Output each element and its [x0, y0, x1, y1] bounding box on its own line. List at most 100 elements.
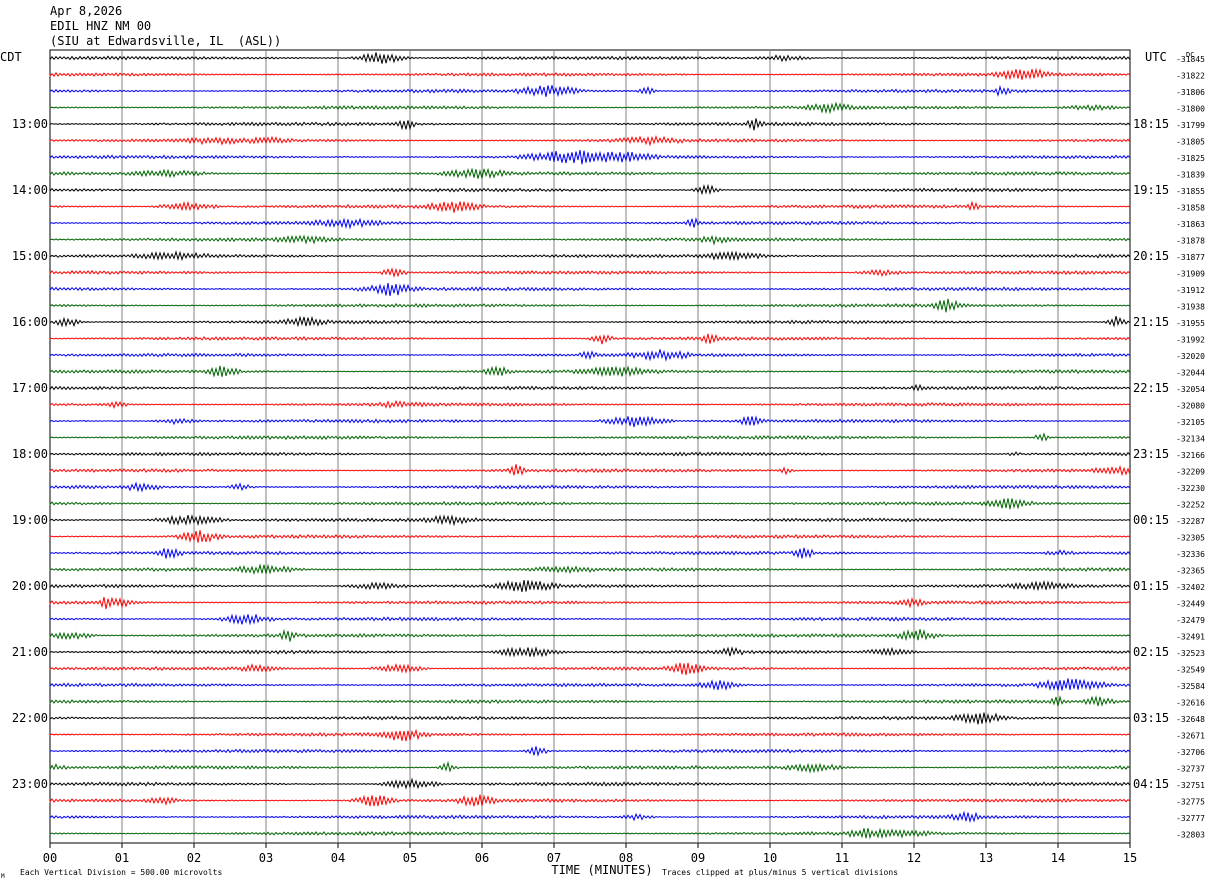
seismic-trace	[49, 760, 1131, 774]
x-tick-label: 12	[907, 851, 921, 865]
dc-offset-label: -31992	[1176, 336, 1205, 345]
seismic-trace	[49, 399, 1131, 410]
dc-offset-label: -32166	[1176, 451, 1205, 460]
seismic-trace	[49, 464, 1131, 477]
utc-hour-label: 21:15	[1133, 315, 1169, 329]
seismic-trace	[49, 678, 1131, 692]
seismic-trace	[49, 217, 1131, 230]
dc-offset-label: -32020	[1176, 352, 1205, 361]
dc-offset-label: -32775	[1176, 798, 1205, 807]
dc-offset-label: -32365	[1176, 567, 1205, 576]
seismic-trace	[49, 596, 1131, 610]
seismic-trace	[49, 695, 1131, 707]
seismic-trace	[49, 333, 1131, 345]
seismic-trace	[49, 365, 1131, 378]
x-tick-label: 13	[979, 851, 993, 865]
seismic-trace	[49, 167, 1131, 180]
x-tick-label: 15	[1123, 851, 1137, 865]
dc-offset-label: -32549	[1176, 666, 1205, 675]
dc-offset-label: -32105	[1176, 418, 1205, 427]
dc-offset-label: -32737	[1176, 765, 1205, 774]
dc-offset-label: -32616	[1176, 699, 1205, 708]
dc-offset-label: -32671	[1176, 732, 1205, 741]
dc-offset-label: -31806	[1176, 88, 1205, 97]
dc-offset-label: -31800	[1176, 105, 1205, 114]
dc-offset-label: -32584	[1176, 682, 1205, 691]
dc-offset-label: -31839	[1176, 171, 1205, 180]
cdt-hour-label: 17:00	[12, 381, 48, 395]
plot-frame	[49, 49, 1131, 844]
dc-offset-label: -31799	[1176, 121, 1205, 130]
seismic-trace	[49, 628, 1131, 642]
dc-offset-label: -31912	[1176, 286, 1205, 295]
seismic-trace	[49, 579, 1131, 593]
seismic-trace	[49, 282, 1131, 296]
dc-offset-label: -32044	[1176, 369, 1205, 378]
x-tick-label: 01	[115, 851, 129, 865]
x-tick-label: 11	[835, 851, 849, 865]
dc-offset-label: -31938	[1176, 303, 1205, 312]
dc-offset-label: -32252	[1176, 501, 1205, 510]
dc-offset-label: -32777	[1176, 814, 1205, 823]
seismic-trace	[49, 432, 1131, 442]
cdt-hour-label: 21:00	[12, 645, 48, 659]
seismic-trace	[49, 777, 1131, 790]
seismic-trace	[49, 101, 1131, 115]
cdt-hour-label: 16:00	[12, 315, 48, 329]
seismic-trace	[49, 67, 1131, 81]
dc-offset-label: -32479	[1176, 616, 1205, 625]
dc-offset-label: -32648	[1176, 715, 1205, 724]
seismic-trace	[49, 530, 1131, 543]
seismic-trace	[49, 746, 1131, 758]
x-tick-label: 09	[691, 851, 705, 865]
seismic-trace	[49, 200, 1131, 213]
cdt-hour-label: 13:00	[12, 117, 48, 131]
seismic-trace	[49, 383, 1131, 392]
cdt-hour-label: 18:00	[12, 447, 48, 461]
x-tick-label: 10	[763, 851, 777, 865]
dc-offset-label: -32287	[1176, 517, 1205, 526]
dc-label: DC	[1186, 51, 1194, 59]
cdt-hour-label: 19:00	[12, 513, 48, 527]
seismic-trace	[49, 52, 1131, 64]
seismic-trace	[49, 481, 1131, 493]
cdt-hour-label: 15:00	[12, 249, 48, 263]
dc-offset-label: -32706	[1176, 748, 1205, 757]
dc-offset-label: -31855	[1176, 187, 1205, 196]
dc-offset-label: -32134	[1176, 435, 1205, 444]
seismic-trace	[49, 250, 1131, 262]
dc-offset-label: -32305	[1176, 534, 1205, 543]
utc-hour-label: 19:15	[1133, 183, 1169, 197]
utc-hour-label: 23:15	[1133, 447, 1169, 461]
vertical-division-note: Each Vertical Division = 500.00 microvol…	[20, 868, 222, 877]
seismic-trace	[49, 547, 1131, 560]
dc-offset-label: -31878	[1176, 237, 1205, 246]
x-tick-label: 03	[259, 851, 273, 865]
x-tick-label: 14	[1051, 851, 1065, 865]
helicorder-plot: -31845-31822-31806-31800-31799-31805-318…	[0, 49, 1205, 880]
seismic-trace	[49, 267, 1131, 279]
utc-hour-label: 00:15	[1133, 513, 1169, 527]
utc-hour-label: 18:15	[1133, 117, 1169, 131]
x-axis-label: TIME (MINUTES)	[551, 863, 652, 877]
utc-hour-label: 22:15	[1133, 381, 1169, 395]
dc-offset-label: -31825	[1176, 154, 1205, 163]
cdt-hour-label: 14:00	[12, 183, 48, 197]
seismic-trace	[49, 84, 1131, 98]
dc-offset-label: -32054	[1176, 385, 1205, 394]
seismic-trace	[49, 563, 1131, 575]
seismic-trace	[49, 827, 1131, 840]
dc-offset-label: -31877	[1176, 253, 1205, 262]
dc-offset-label: -32491	[1176, 633, 1205, 642]
utc-hour-label: 20:15	[1133, 249, 1169, 263]
clipping-note: Traces clipped at plus/minus 5 vertical …	[662, 868, 898, 877]
dc-offset-label: -31822	[1176, 72, 1205, 81]
dc-offset-label: -32230	[1176, 484, 1205, 493]
seismic-trace	[49, 315, 1131, 328]
dc-offset-label: -31863	[1176, 220, 1205, 229]
cdt-hour-label: 22:00	[12, 711, 48, 725]
utc-hour-label: 02:15	[1133, 645, 1169, 659]
dc-offset-label: -31955	[1176, 319, 1205, 328]
seismic-trace	[49, 794, 1131, 807]
dc-offset-label: -32523	[1176, 649, 1205, 658]
